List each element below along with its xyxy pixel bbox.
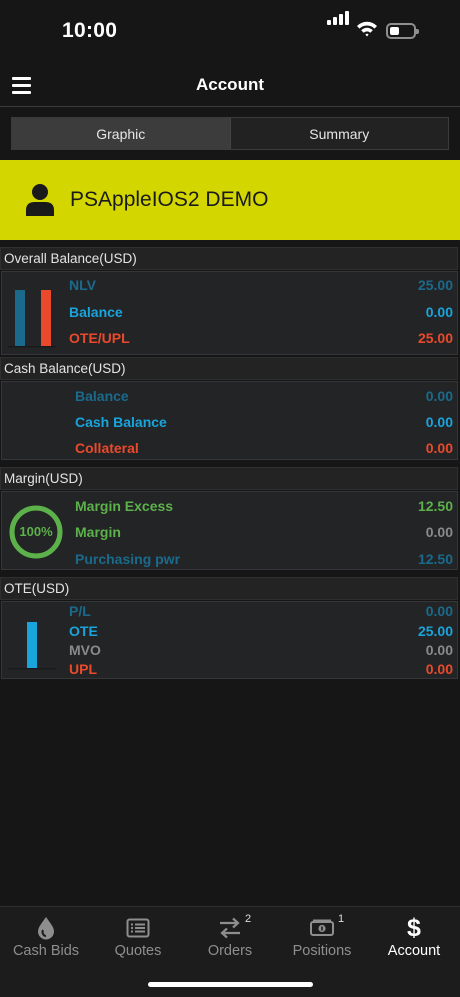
row-value: 0.00 bbox=[425, 642, 453, 658]
cash-row: Balance 0.00 bbox=[2, 388, 453, 408]
view-segmented-control: Graphic Summary bbox=[11, 117, 449, 150]
row-value: 0.00 bbox=[425, 388, 453, 404]
app-header: Account bbox=[0, 62, 460, 107]
row-label: UPL bbox=[69, 661, 97, 677]
row-value: 25.00 bbox=[417, 623, 453, 639]
row-value: 12.50 bbox=[417, 498, 453, 514]
home-indicator bbox=[148, 982, 313, 987]
ote-row: MVO 0.00 bbox=[2, 642, 453, 662]
cash-row: Cash Balance 0.00 bbox=[2, 414, 453, 434]
tab-graphic[interactable]: Graphic bbox=[12, 118, 230, 149]
dollar-icon: $ bbox=[407, 914, 421, 942]
row-value: 0.00 bbox=[425, 661, 453, 677]
tab-label: Orders bbox=[207, 943, 253, 959]
wifi-icon bbox=[356, 20, 378, 43]
row-value: 25.00 bbox=[417, 330, 453, 346]
row-label: OTE/UPL bbox=[69, 330, 130, 346]
cash-balance-card[interactable]: Balance 0.00 Cash Balance 0.00 Collatera… bbox=[1, 381, 458, 460]
tab-summary[interactable]: Summary bbox=[229, 118, 449, 149]
row-label: OTE bbox=[69, 623, 98, 639]
row-label: Purchasing pwr bbox=[75, 551, 181, 567]
ote-row: UPL 0.00 bbox=[2, 661, 453, 681]
margin-card[interactable]: 100% Margin Excess 12.50 Margin 0.00 Pur… bbox=[1, 491, 458, 570]
balance-row: OTE/UPL 25.00 bbox=[2, 330, 453, 350]
page-title: Account bbox=[196, 75, 264, 94]
tab-account[interactable]: $ Account bbox=[368, 907, 460, 973]
orders-badge: 2 bbox=[245, 913, 252, 925]
row-value: 0.00 bbox=[425, 524, 453, 540]
tab-quotes[interactable]: Quotes bbox=[92, 907, 184, 973]
row-label: MVO bbox=[69, 642, 101, 658]
row-label: Balance bbox=[69, 304, 123, 320]
tab-orders[interactable]: 2 Orders bbox=[184, 907, 276, 973]
tab-label: Quotes bbox=[114, 943, 162, 959]
row-value: 0.00 bbox=[425, 414, 453, 430]
row-value: 12.50 bbox=[417, 551, 453, 567]
status-time: 10:00 bbox=[62, 19, 118, 42]
margin-row: Purchasing pwr 12.50 bbox=[2, 551, 453, 571]
section-title: Cash Balance(USD) bbox=[0, 357, 458, 380]
margin-row: Margin 0.00 bbox=[2, 524, 453, 544]
tab-label: Cash Bids bbox=[12, 943, 80, 959]
tab-label: Account bbox=[387, 943, 441, 959]
margin-row: Margin Excess 12.50 bbox=[2, 498, 453, 518]
row-label: Margin bbox=[75, 524, 121, 540]
row-value: 0.00 bbox=[425, 440, 453, 456]
row-label: NLV bbox=[69, 277, 96, 293]
balance-row: NLV 25.00 bbox=[2, 277, 453, 297]
row-label: Balance bbox=[75, 388, 129, 404]
section-title: Margin(USD) bbox=[0, 467, 458, 490]
row-label: P/L bbox=[69, 603, 91, 619]
section-title: Overall Balance(USD) bbox=[0, 247, 458, 270]
row-value: 0.00 bbox=[425, 603, 453, 619]
ote-row: OTE 25.00 bbox=[2, 623, 453, 643]
overall-balance-card[interactable]: NLV 25.00 Balance 0.00 OTE/UPL 25.00 bbox=[1, 271, 458, 355]
ote-card[interactable]: P/L 0.00 OTE 25.00 MVO 0.00 UPL 0.00 bbox=[1, 601, 458, 679]
account-name: PSAppleIOS2 DEMO bbox=[70, 188, 269, 211]
row-label: Cash Balance bbox=[75, 414, 167, 430]
list-icon bbox=[92, 916, 184, 940]
tab-cash-bids[interactable]: Cash Bids bbox=[0, 907, 92, 973]
balance-row: Balance 0.00 bbox=[2, 304, 453, 324]
money-icon bbox=[276, 916, 368, 940]
ote-row: P/L 0.00 bbox=[2, 603, 453, 623]
row-label: Collateral bbox=[75, 440, 139, 456]
battery-icon bbox=[386, 23, 419, 39]
row-value: 0.00 bbox=[425, 304, 453, 320]
positions-badge: 1 bbox=[338, 913, 345, 925]
person-icon bbox=[25, 183, 55, 216]
row-value: 25.00 bbox=[417, 277, 453, 293]
row-label: Margin Excess bbox=[75, 498, 174, 514]
drop-icon bbox=[0, 916, 92, 940]
tab-positions[interactable]: 1 Positions bbox=[276, 907, 368, 973]
swap-arrows-icon bbox=[184, 916, 276, 940]
status-bar: 10:00 bbox=[0, 0, 460, 62]
cash-row: Collateral 0.00 bbox=[2, 440, 453, 460]
account-banner[interactable]: PSAppleIOS2 DEMO bbox=[0, 160, 460, 240]
section-title: OTE(USD) bbox=[0, 577, 458, 600]
tab-label: Positions bbox=[292, 943, 352, 959]
